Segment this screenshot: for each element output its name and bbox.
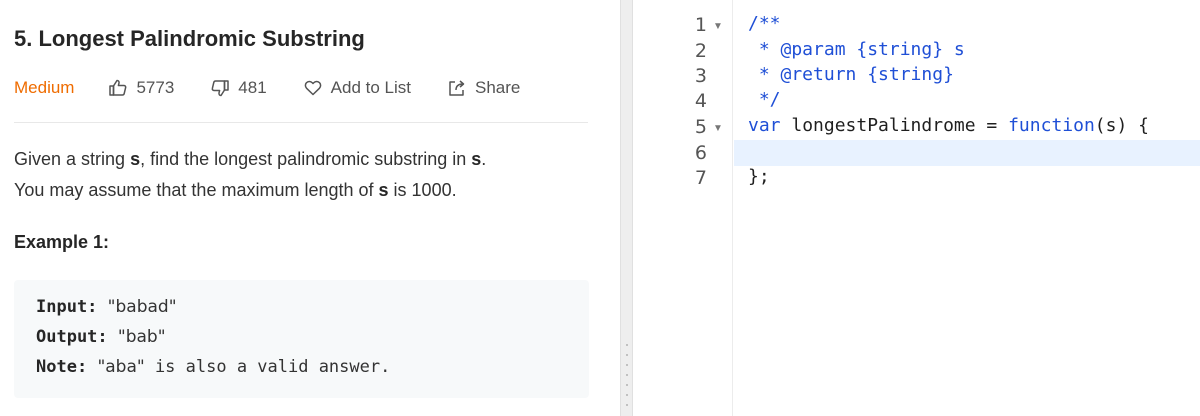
fold-arrow-icon[interactable]: ▼ <box>713 123 723 134</box>
line-number: 4 <box>694 90 707 112</box>
share-label: Share <box>475 78 521 97</box>
like-count: 5773 <box>136 78 175 97</box>
line-number: 6 <box>694 142 707 164</box>
divider <box>14 122 588 123</box>
code-line-4[interactable]: */ <box>748 89 781 110</box>
code-line-2[interactable]: * @param {string} s <box>748 39 965 60</box>
panel-resize-handle[interactable] <box>620 0 633 416</box>
line-number: 1 <box>694 14 707 36</box>
share-button[interactable]: Share <box>447 78 520 98</box>
example-title: Example 1: <box>14 232 110 252</box>
problem-meta-bar: Medium 5773 481 Add to List Share <box>14 76 556 100</box>
thumbs-up-icon <box>109 79 127 96</box>
example-output: Output: "bab" <box>36 327 166 347</box>
example-input: Input: "babad" <box>36 297 177 317</box>
resize-grip-dots <box>626 340 628 410</box>
code-line-5[interactable]: var longestPalindrome = function(s) { <box>748 115 1149 136</box>
difficulty-label: Medium <box>14 78 75 97</box>
add-to-list-label: Add to List <box>330 78 411 97</box>
description-paragraph-2: You may assume that the maximum length o… <box>14 180 457 200</box>
example-code-block: Input: "babad" Output: "bab" Note: "aba"… <box>14 280 589 398</box>
code-editor[interactable]: 1 ▼ 2 3 4 5 ▼ 6 7 /** * @param {string} … <box>633 0 1200 416</box>
code-line-3[interactable]: * @return {string} <box>748 64 954 85</box>
line-number: 2 <box>694 40 707 62</box>
add-to-list-button[interactable]: Add to List <box>303 78 411 98</box>
thumbs-down-icon <box>211 80 230 97</box>
fold-arrow-icon[interactable]: ▼ <box>713 21 723 32</box>
line-number: 7 <box>694 167 707 189</box>
problem-title: 5. Longest Palindromic Substring <box>14 26 365 51</box>
line-number: 5 <box>694 116 707 138</box>
code-line-1[interactable]: /** <box>748 13 781 34</box>
active-line-highlight <box>734 140 1200 166</box>
code-line-7[interactable]: }; <box>748 166 770 187</box>
like-button[interactable]: 5773 <box>108 78 174 98</box>
problem-description-panel: 5. Longest Palindromic Substring Medium … <box>0 0 620 416</box>
share-icon <box>449 80 465 96</box>
description-paragraph-1: Given a string s, find the longest palin… <box>14 149 487 169</box>
dislike-button[interactable]: 481 <box>210 78 267 98</box>
line-number: 3 <box>694 65 707 87</box>
heart-icon <box>304 80 322 96</box>
dislike-count: 481 <box>238 78 267 97</box>
example-note: Note: "aba" is also a valid answer. <box>36 357 391 377</box>
line-number-gutter: 1 ▼ 2 3 4 5 ▼ 6 7 <box>633 0 733 416</box>
